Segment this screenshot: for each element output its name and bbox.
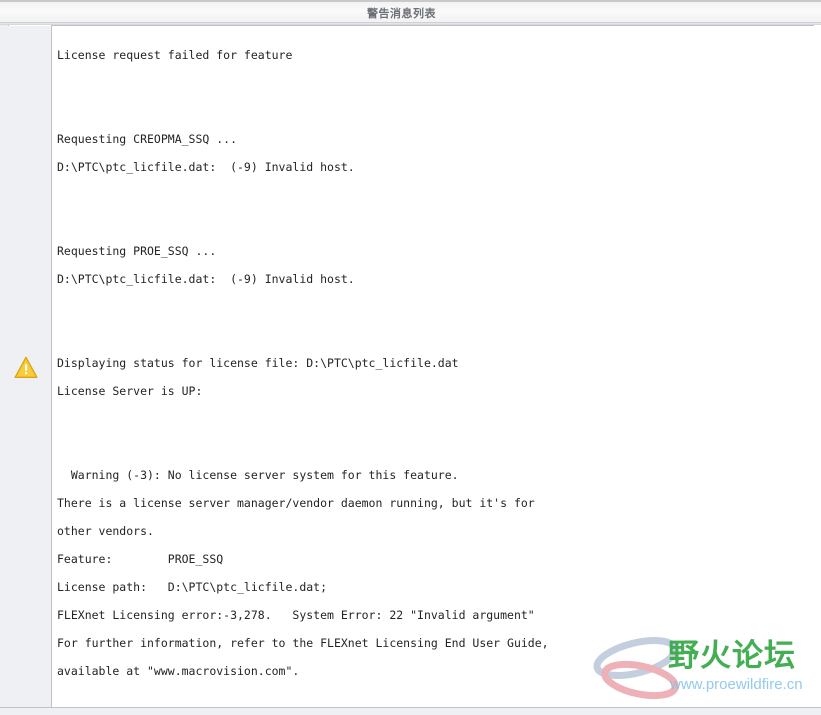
warning-message-text: License request failed for feature Reque… — [57, 47, 549, 678]
window-bottom-frame — [0, 707, 821, 715]
window-header: 警告消息列表 — [0, 0, 821, 23]
window-title: 警告消息列表 — [367, 7, 436, 20]
message-severity-gutter — [0, 26, 51, 715]
warning-message-list-content[interactable]: License request failed for feature Reque… — [51, 25, 814, 710]
warning-triangle-icon — [14, 356, 38, 378]
